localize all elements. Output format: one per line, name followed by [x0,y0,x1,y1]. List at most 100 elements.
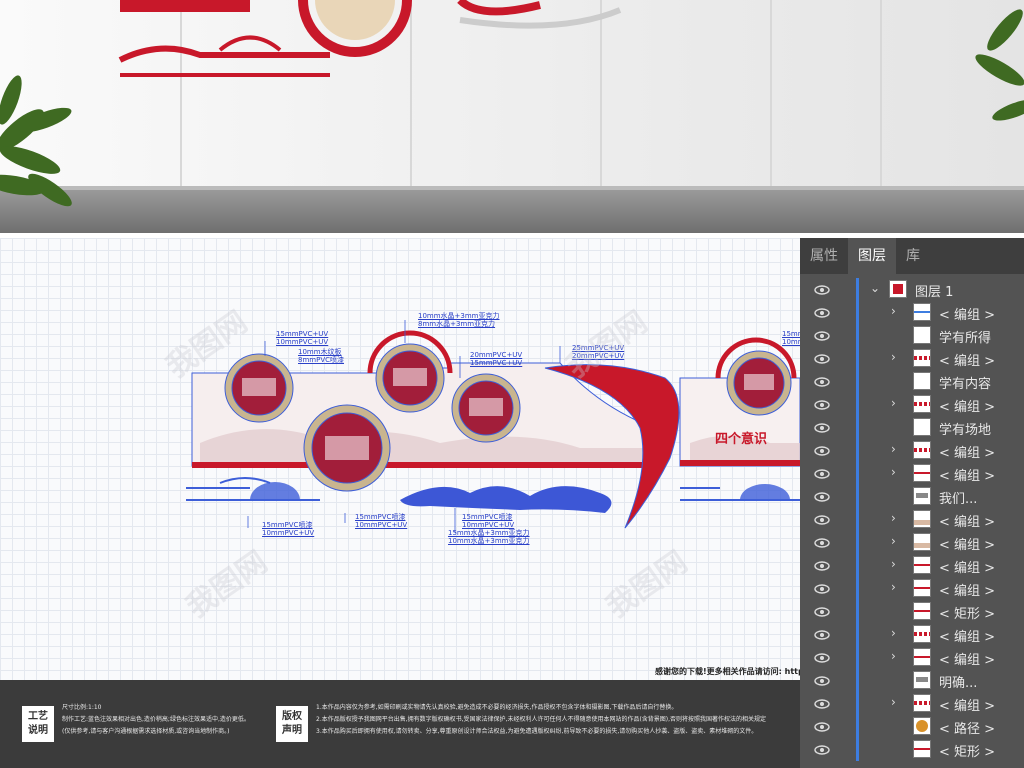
layers-panel: 属性 图层 库 ⌄ 图层 1 › < 编组 > 学有所得 › < 编组 > 学有内容 › < 编组… [800,238,1024,768]
eye-icon[interactable] [814,581,830,597]
layer-name: < 编组 > [939,400,996,415]
layer-color-bar [856,485,859,508]
layer-name: < 编组 > [939,469,996,484]
layer-color-bar [856,738,859,761]
eye-icon[interactable] [814,351,830,367]
chevron-right-icon[interactable]: › [891,580,896,594]
layer-color-bar [856,324,859,347]
layer-row[interactable]: › < 编组 > [800,623,1024,646]
layer-row[interactable]: 明确... [800,669,1024,692]
layer-name: 明确... [939,676,978,691]
layer-name: < 编组 > [939,308,996,323]
layer-thumbnail [913,533,931,551]
layer-name: 学有场地 [939,423,992,438]
chevron-right-icon[interactable]: › [891,304,896,318]
layer-row[interactable]: › < 编组 > [800,577,1024,600]
chevron-right-icon[interactable]: › [891,350,896,364]
eye-icon[interactable] [814,420,830,436]
material-annotation: 15mmPVC+UV10mmPVC+UV [782,330,800,346]
wall-decoration [0,0,1024,207]
layer-row-top[interactable]: ⌄ 图层 1 [800,278,1024,301]
eye-icon[interactable] [814,535,830,551]
layer-row[interactable]: › < 编组 > [800,508,1024,531]
chevron-right-icon[interactable]: › [891,557,896,571]
layer-row[interactable]: › < 编组 > [800,439,1024,462]
eye-icon[interactable] [814,673,830,689]
layer-row[interactable]: < 路径 > [800,715,1024,738]
layer-row[interactable]: › < 编组 > [800,347,1024,370]
eye-icon[interactable] [814,374,830,390]
layer-row[interactable]: › < 编组 > [800,301,1024,324]
layer-thumbnail [913,740,931,758]
layer-thumbnail [913,671,931,689]
layer-thumbnail [913,303,931,321]
eye-icon[interactable] [814,397,830,413]
chevron-down-icon[interactable]: ⌄ [870,281,880,295]
eye-icon[interactable] [814,604,830,620]
eye-icon[interactable] [814,719,830,735]
artwork[interactable]: 四个意识 [0,238,800,680]
material-annotation: 10mm木纹板 8mmPVC喷漆 [298,348,344,364]
layer-name: < 编组 > [939,515,996,530]
tab-properties[interactable]: 属性 [800,238,848,274]
eye-icon[interactable] [814,696,830,712]
material-annotation: 15mm水晶+3mm亚克力 10mm水晶+3mm亚克力 [448,529,530,545]
chevron-right-icon[interactable]: › [891,534,896,548]
layer-row[interactable]: › < 编组 > [800,692,1024,715]
layer-name: < 编组 > [939,699,996,714]
layer-row[interactable]: 学有所得 [800,324,1024,347]
layer-row[interactable]: › < 编组 > [800,462,1024,485]
layer-thumbnail [913,395,931,413]
layer-row[interactable]: 我们... [800,485,1024,508]
chevron-right-icon[interactable]: › [891,649,896,663]
tab-layers[interactable]: 图层 [848,238,896,274]
eye-icon[interactable] [814,328,830,344]
layer-thumbnail [913,717,931,735]
eye-icon[interactable] [814,512,830,528]
layer-thumbnail [913,441,931,459]
chevron-right-icon[interactable]: › [891,695,896,709]
layer-name: < 编组 > [939,538,996,553]
layer-color-bar [856,623,859,646]
layer-color-bar [856,554,859,577]
layer-row[interactable]: 学有场地 [800,416,1024,439]
eye-icon[interactable] [814,443,830,459]
chevron-right-icon[interactable]: › [891,396,896,410]
eye-icon[interactable] [814,627,830,643]
layer-row[interactable]: › < 编组 > [800,531,1024,554]
chevron-right-icon[interactable]: › [891,465,896,479]
layer-row[interactable]: 学有内容 [800,370,1024,393]
layer-color-bar [856,393,859,416]
eye-icon[interactable] [814,650,830,666]
eye-icon[interactable] [814,305,830,321]
eye-icon[interactable] [814,466,830,482]
chevron-right-icon[interactable]: › [891,442,896,456]
layer-name: < 矩形 > [939,745,996,760]
chevron-right-icon[interactable]: › [891,511,896,525]
layer-color-bar [856,646,859,669]
layer-row[interactable]: < 矩形 > [800,600,1024,623]
chevron-right-icon[interactable]: › [891,626,896,640]
layer-thumbnail [913,418,931,436]
eye-icon[interactable] [814,558,830,574]
layer-row[interactable]: › < 编组 > [800,554,1024,577]
artboard-canvas[interactable]: 四个意识 15mmPVC+UV 10mmPVC+UV 10mm水晶+3mm亚克力 8… [0,238,800,680]
panel-tabs: 属性 图层 库 [800,238,1024,274]
layer-row[interactable]: › < 编组 > [800,393,1024,416]
layer-name: 学有所得 [939,331,992,346]
eye-icon[interactable] [814,282,830,298]
layer-row[interactable]: › < 编组 > [800,646,1024,669]
layer-color-bar [856,416,859,439]
layer-thumbnail [913,602,931,620]
eye-icon[interactable] [814,742,830,758]
material-annotation: 15mmPVC喷漆 10mmPVC+UV [355,513,408,529]
footer-info: 工艺 说明 尺寸比例:1:10 制作工艺:蓝色注效果相对出色,造价稍高;绿色标注效… [0,680,800,768]
layer-thumbnail [913,487,931,505]
tab-libraries[interactable]: 库 [896,238,930,274]
layer-row[interactable]: < 矩形 > [800,738,1024,761]
eye-icon[interactable] [814,489,830,505]
layer-color-bar [856,462,859,485]
layer-color-bar [856,347,859,370]
thanks-text: 感谢您的下载!更多相关作品请访问: https:// [655,667,800,676]
layer-thumbnail [913,326,931,344]
